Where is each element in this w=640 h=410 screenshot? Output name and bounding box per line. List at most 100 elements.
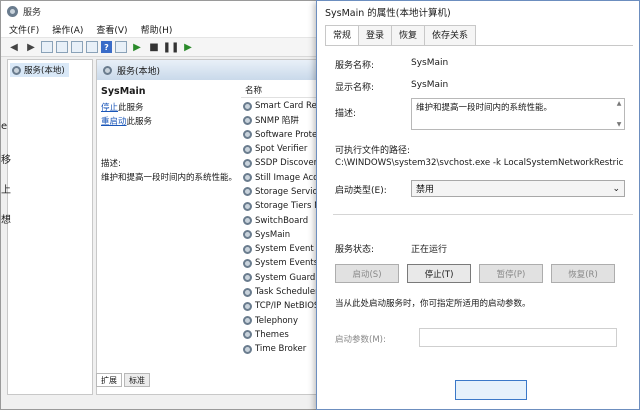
refresh-icon[interactable] — [71, 41, 83, 53]
service-name: Time Broker — [255, 344, 307, 355]
tab-standard[interactable]: 标准 — [124, 373, 150, 387]
service-name-value: SysMain — [411, 58, 449, 68]
list-item[interactable]: SNMP 陷阱 — [241, 113, 325, 127]
list-item[interactable]: System Guard Runtime Monitor Broker — [241, 271, 325, 285]
startup-type-select[interactable]: 禁用 ⌄ — [411, 180, 625, 197]
service-gear-icon — [243, 158, 252, 168]
service-gear-icon — [243, 230, 252, 240]
stop-button[interactable]: 停止(T) — [407, 264, 471, 283]
dialog-tabs: 常规 登录 恢复 依存关系 — [325, 25, 477, 45]
help-icon[interactable]: ? — [101, 41, 112, 53]
service-name: SysMain — [255, 229, 291, 240]
description-box[interactable]: 维护和提高一段时间内的系统性能。 ▲ ▼ — [411, 98, 625, 130]
clipped-background-text: e 移 上 想 — [1, 121, 11, 241]
scroll-down-icon[interactable]: ▼ — [617, 121, 622, 128]
menu-view[interactable]: 查看(V) — [96, 23, 127, 36]
menu-help[interactable]: 帮助(H) — [141, 23, 173, 36]
tab-recovery[interactable]: 恢复 — [391, 25, 426, 45]
services-window-title: 服务 — [23, 7, 42, 18]
start-params-hint: 当从此处启动服务时，你可指定所适用的启动参数。 — [335, 299, 531, 309]
service-name: Storage Service — [255, 186, 323, 197]
startup-type-label: 启动类型(E): — [335, 186, 387, 196]
list-item[interactable]: TCP/IP NetBIOS Helper — [241, 299, 325, 313]
console-tree-icon[interactable] — [41, 41, 53, 53]
tab-logon[interactable]: 登录 — [358, 25, 393, 45]
list-item[interactable]: SwitchBoard — [241, 213, 325, 227]
list-item[interactable]: Smart Card Removal Policy — [241, 99, 325, 113]
tab-extended[interactable]: 扩展 — [96, 373, 122, 387]
list-item[interactable]: Time Broker — [241, 342, 325, 356]
service-gear-icon — [243, 344, 252, 354]
pause-service-icon[interactable]: ❚❚ — [163, 40, 180, 54]
pause-button[interactable]: 暂停(P) — [479, 264, 543, 283]
description-scrollbar[interactable]: ▲ ▼ — [615, 100, 623, 128]
list-item[interactable]: Task Scheduler — [241, 285, 325, 299]
service-name: Themes — [255, 329, 289, 340]
list-item[interactable]: System Event Notification Service — [241, 242, 325, 256]
divider — [333, 214, 633, 215]
list-item[interactable]: System Events Broker — [241, 256, 325, 270]
list-item[interactable]: Still Image Acquisition Events — [241, 170, 325, 184]
list-item[interactable]: Storage Tiers Management — [241, 199, 325, 213]
service-gear-icon — [243, 316, 252, 326]
back-arrow-icon[interactable]: ◀ — [7, 40, 21, 54]
pane-header: 服务(本地) — [97, 60, 325, 80]
properties-icon[interactable] — [56, 41, 68, 53]
forward-arrow-icon[interactable]: ▶ — [24, 40, 38, 54]
service-gear-icon — [243, 258, 252, 268]
list-item[interactable]: Spot Verifier — [241, 142, 325, 156]
list-item[interactable]: SSDP Discovery — [241, 156, 325, 170]
service-name: SNMP 陷阱 — [255, 116, 299, 127]
service-gear-icon — [243, 187, 252, 197]
restart-service-icon[interactable]: ▶ — [181, 40, 195, 54]
services-app-icon — [7, 5, 18, 17]
exe-path-label: 可执行文件的路径: — [335, 146, 411, 156]
list-item[interactable]: Telephony — [241, 313, 325, 327]
general-tab-body: 服务名称: SysMain 显示名称: SysMain 描述: 维护和提高一段时… — [325, 45, 633, 410]
list-item[interactable]: Storage Service — [241, 185, 325, 199]
service-gear-icon — [243, 330, 252, 340]
service-name: Task Scheduler — [255, 287, 319, 297]
startup-type-value: 禁用 — [416, 185, 435, 195]
service-name: Spot Verifier — [255, 144, 308, 155]
properties-dialog: SysMain 的属性(本地计算机) 常规 登录 恢复 依存关系 服务名称: S… — [316, 0, 640, 410]
column-header-name[interactable]: 名称 — [241, 82, 325, 98]
service-gear-icon — [243, 115, 252, 125]
menu-action[interactable]: 操作(A) — [52, 23, 83, 36]
services-gear-icon — [12, 65, 21, 75]
tab-general[interactable]: 常规 — [325, 25, 360, 45]
list-item-selected[interactable]: SysMain — [241, 228, 325, 242]
start-params-input[interactable] — [419, 328, 617, 347]
service-gear-icon — [243, 130, 252, 140]
service-name: Telephony — [255, 315, 298, 326]
start-button[interactable]: 启动(S) — [335, 264, 399, 283]
description-value: 维护和提高一段时间内的系统性能。 — [416, 103, 553, 113]
service-gear-icon — [243, 201, 252, 211]
tree-item-local-services[interactable]: 服务(本地) — [10, 63, 69, 77]
restart-service-link[interactable]: 重启动 — [101, 117, 127, 127]
service-status-value: 正在运行 — [411, 245, 448, 255]
tree-item-label: 服务(本地) — [24, 66, 65, 76]
start-service-icon[interactable]: ▶ — [130, 40, 144, 54]
scroll-up-icon[interactable]: ▲ — [617, 100, 622, 107]
description-label: 描述: — [335, 109, 357, 119]
exe-path-value: C:\WINDOWS\system32\svchost.exe -k Local… — [335, 158, 623, 168]
service-gear-icon — [243, 301, 252, 311]
ok-button[interactable] — [455, 380, 527, 400]
clipped-char: e — [1, 121, 8, 132]
service-status-label: 服务状态: — [335, 245, 375, 255]
list-item[interactable]: Themes — [241, 328, 325, 342]
show-hide-icon[interactable] — [115, 41, 127, 53]
menu-file[interactable]: 文件(F) — [9, 23, 39, 36]
description-text: 维护和提高一段时间内的系统性能。 — [101, 173, 238, 183]
service-gear-icon — [243, 244, 252, 254]
clipped-char: 上 — [1, 185, 11, 196]
tab-dependencies[interactable]: 依存关系 — [424, 25, 477, 45]
stop-service-link[interactable]: 停止 — [101, 103, 118, 113]
dialog-title: SysMain 的属性(本地计算机) — [325, 8, 451, 19]
stop-service-icon[interactable]: ■ — [147, 40, 161, 54]
export-icon[interactable] — [86, 41, 98, 53]
restart-service-line: 重启动此服务 — [101, 115, 241, 127]
resume-button[interactable]: 恢复(R) — [551, 264, 615, 283]
list-item[interactable]: Software Protection — [241, 128, 325, 142]
